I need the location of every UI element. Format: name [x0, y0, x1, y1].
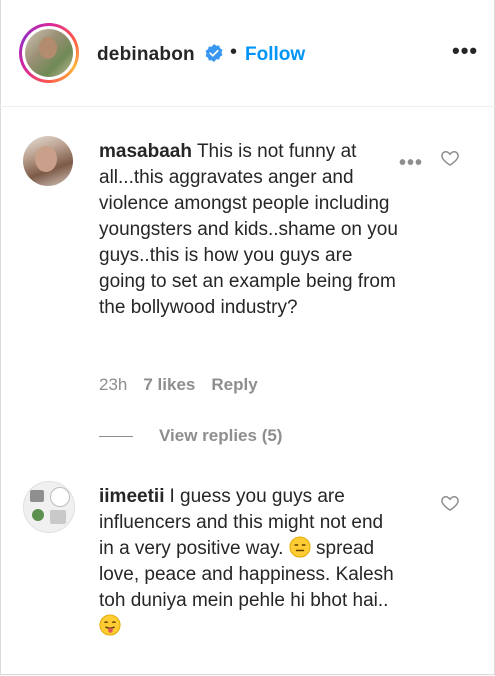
verified-badge-icon	[205, 44, 223, 62]
comment-body: iimeetii I guess you guys are influencers…	[99, 484, 399, 640]
expressionless-face-emoji-icon	[289, 536, 311, 558]
avatar[interactable]	[25, 29, 73, 77]
more-options-icon[interactable]: •••	[452, 40, 478, 62]
comment-time[interactable]: 23h	[99, 375, 127, 394]
comment-body: masabaah This is not funny at all...this …	[99, 139, 399, 321]
reply-button[interactable]: Reply	[211, 375, 257, 394]
commenter-avatar[interactable]	[23, 136, 73, 186]
view-replies-button[interactable]: View replies (5)	[99, 426, 282, 446]
face-with-tongue-emoji-icon	[99, 614, 121, 636]
comment-options-icon[interactable]: •••	[399, 153, 423, 173]
story-ring[interactable]	[19, 23, 79, 83]
replies-divider-line	[99, 436, 133, 438]
comment-likes[interactable]: 7 likes	[143, 375, 195, 394]
commenter-avatar[interactable]	[23, 481, 75, 533]
follow-button[interactable]: Follow	[245, 44, 305, 66]
author-username[interactable]: debinabon	[97, 44, 195, 66]
commenter-username[interactable]: iimeetii	[99, 486, 164, 507]
like-heart-icon[interactable]	[440, 148, 460, 168]
comment-text: This is not funny at all...this aggravat…	[99, 141, 398, 318]
view-replies-label: View replies (5)	[159, 426, 283, 445]
post-header: debinabon • Follow •••	[0, 0, 495, 107]
commenter-username[interactable]: masabaah	[99, 141, 192, 162]
like-heart-icon[interactable]	[440, 493, 460, 513]
separator-dot: •	[230, 41, 238, 63]
comment-meta: 23h 7 likes Reply	[99, 375, 274, 395]
